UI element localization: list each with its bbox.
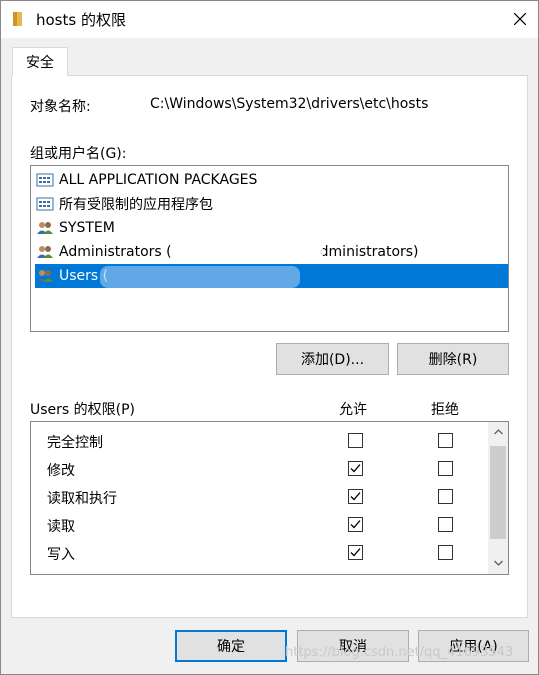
scrollbar-thumb[interactable] — [490, 446, 506, 539]
users-icon — [35, 220, 55, 236]
allow-checkbox[interactable] — [348, 489, 363, 504]
allow-checkbox[interactable] — [348, 517, 363, 532]
ok-button-label: 确定 — [217, 639, 245, 655]
remove-button-label: 删除(R) — [428, 352, 478, 368]
permissions-scrollbar[interactable] — [488, 422, 508, 574]
deny-column-header: 拒绝 — [431, 402, 459, 418]
checkmark-icon — [350, 492, 361, 501]
redaction-blur — [100, 266, 300, 288]
deny-checkbox[interactable] — [438, 433, 453, 448]
users-icon — [35, 244, 55, 260]
permission-row: 写入 — [31, 539, 486, 567]
permission-name: 读取和执行 — [47, 491, 117, 507]
list-item-label: ALL APPLICATION PACKAGES — [59, 172, 258, 188]
checkmark-icon — [350, 548, 361, 557]
list-item-label-suffix: dministrators) — [319, 244, 419, 260]
list-item[interactable]: SYSTEM — [35, 216, 508, 240]
permissions-label: Users 的权限(P) — [30, 402, 136, 418]
permission-name: 读取 — [47, 519, 75, 535]
tab-security-label: 安全 — [26, 55, 54, 71]
object-name-label: 对象名称: — [30, 99, 91, 115]
users-icon — [35, 268, 55, 284]
object-name-value: C:\Windows\System32\drivers\etc\hosts — [150, 96, 429, 112]
permission-row: 读取和执行 — [31, 483, 486, 511]
close-button[interactable] — [501, 0, 539, 38]
list-item-label: 所有受限制的应用程序包 — [59, 197, 213, 213]
deny-checkbox[interactable] — [438, 517, 453, 532]
permission-name: 修改 — [47, 463, 75, 479]
list-item-label: SYSTEM — [59, 220, 115, 236]
add-button-label: 添加(D)... — [300, 352, 365, 368]
list-item-label: Administrators ( — [59, 244, 172, 260]
redaction-blur — [175, 240, 323, 264]
scroll-up-arrow-icon[interactable] — [488, 422, 508, 442]
checkmark-icon — [350, 520, 361, 529]
allow-checkbox[interactable] — [348, 461, 363, 476]
ok-button[interactable]: 确定 — [175, 630, 287, 662]
package-icon — [35, 172, 55, 188]
checkmark-icon — [350, 464, 361, 473]
scroll-down-arrow-icon[interactable] — [488, 553, 508, 573]
allow-checkbox[interactable] — [348, 545, 363, 560]
folder-icon — [12, 11, 26, 27]
permission-row: 读取 — [31, 511, 486, 539]
permission-name: 写入 — [47, 547, 75, 563]
deny-checkbox[interactable] — [438, 461, 453, 476]
permission-name: 完全控制 — [47, 435, 103, 451]
package-icon — [35, 196, 55, 212]
list-item[interactable]: 所有受限制的应用程序包 — [35, 192, 508, 216]
title-bar: hosts 的权限 — [0, 0, 539, 38]
group-users-label: 组或用户名(G): — [30, 146, 127, 162]
allow-column-header: 允许 — [339, 402, 367, 418]
close-icon — [514, 13, 526, 25]
remove-button[interactable]: 删除(R) — [397, 343, 509, 375]
permissions-list[interactable]: 完全控制 修改 读取和执行 读取 写入 — [30, 421, 509, 575]
add-button[interactable]: 添加(D)... — [276, 343, 389, 375]
tab-security[interactable]: 安全 — [12, 47, 68, 76]
watermark: https://blog.csdn.net/qq_41693543 — [285, 645, 514, 660]
permission-row: 完全控制 — [31, 427, 486, 455]
deny-checkbox[interactable] — [438, 545, 453, 560]
list-item[interactable]: ALL APPLICATION PACKAGES — [35, 168, 508, 192]
allow-checkbox[interactable] — [348, 433, 363, 448]
deny-checkbox[interactable] — [438, 489, 453, 504]
permission-row: 修改 — [31, 455, 486, 483]
window-title: hosts 的权限 — [36, 11, 126, 29]
